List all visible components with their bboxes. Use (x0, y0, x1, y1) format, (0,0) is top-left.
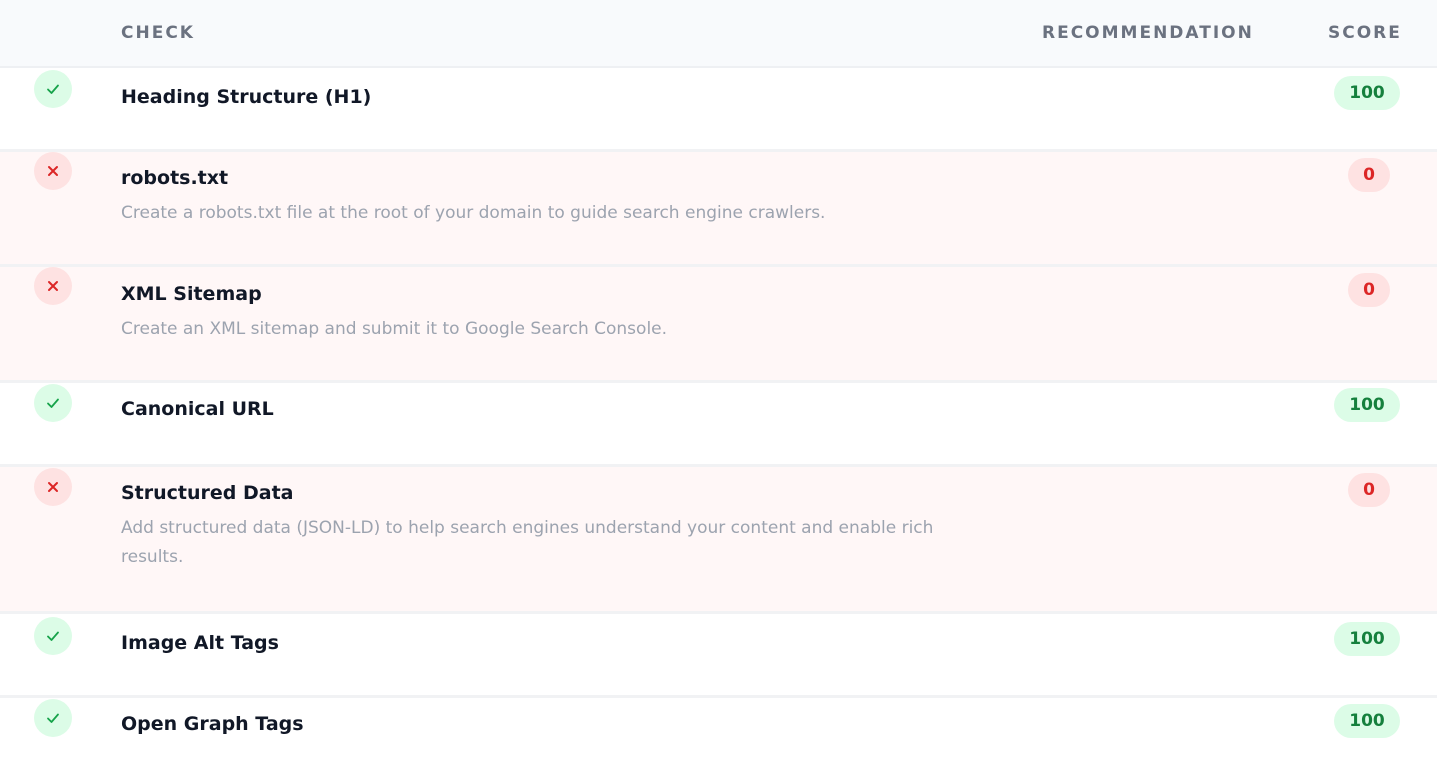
check-recommendation: Add structured data (JSON-LD) to help se… (121, 518, 934, 567)
check-icon (34, 70, 72, 108)
check-icon (34, 699, 72, 737)
table-row[interactable]: Open Graph Tags 100 (0, 698, 1437, 757)
score-badge: 100 (1334, 704, 1400, 738)
table-row[interactable]: Heading Structure (H1) 100 (0, 68, 1437, 152)
table-header: CHECK RECOMMENDATION SCORE (0, 0, 1437, 68)
score-badge: 0 (1348, 473, 1390, 507)
score-badge: 100 (1334, 388, 1400, 422)
table-row[interactable]: Image Alt Tags 100 (0, 614, 1437, 698)
score-badge: 0 (1348, 158, 1390, 192)
check-title: Image Alt Tags (121, 632, 279, 654)
column-header-score[interactable]: SCORE (1328, 23, 1402, 43)
check-title: Structured Data (121, 482, 294, 504)
check-title: robots.txt (121, 167, 229, 189)
x-icon (34, 267, 72, 305)
score-badge: 100 (1334, 76, 1400, 110)
check-title: Canonical URL (121, 398, 274, 420)
column-header-check[interactable]: CHECK (121, 23, 195, 43)
x-icon (34, 468, 72, 506)
x-icon (34, 152, 72, 190)
score-badge: 0 (1348, 273, 1390, 307)
check-recommendation: Create a robots.txt file at the root of … (121, 203, 826, 223)
check-title: Heading Structure (H1) (121, 86, 372, 108)
check-title: XML Sitemap (121, 283, 262, 305)
check-title: Open Graph Tags (121, 713, 304, 735)
table-row[interactable]: Canonical URL 100 (0, 383, 1437, 467)
table-row[interactable]: robots.txt Create a robots.txt file at th… (0, 152, 1437, 267)
check-icon (34, 384, 72, 422)
column-header-recommendation[interactable]: RECOMMENDATION (1042, 23, 1254, 43)
table-row[interactable]: Structured Data Add structured data (JSON… (0, 467, 1437, 614)
table-row[interactable]: XML Sitemap Create an XML sitemap and sub… (0, 267, 1437, 383)
score-badge: 100 (1334, 622, 1400, 656)
check-icon (34, 617, 72, 655)
seo-checks-table: CHECK RECOMMENDATION SCORE Heading Struc… (0, 0, 1445, 757)
check-recommendation: Create an XML sitemap and submit it to G… (121, 319, 668, 339)
